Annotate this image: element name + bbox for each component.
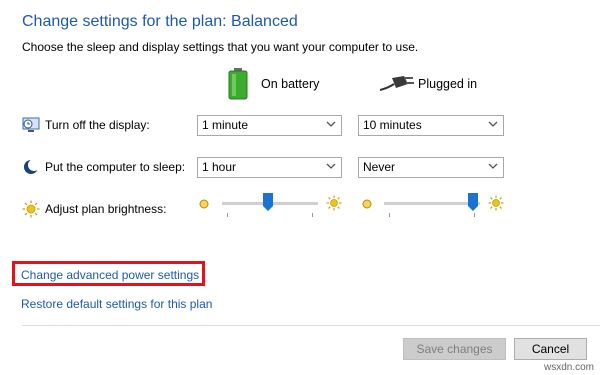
sleep-label: Put the computer to sleep:: [45, 160, 186, 174]
brightness-icon: [22, 200, 40, 218]
display-plugged-select[interactable]: 10 minutes: [358, 115, 504, 136]
slider-track: [384, 202, 480, 205]
dim-sun-icon: [361, 197, 373, 209]
advanced-settings-link[interactable]: Change advanced power settings: [21, 268, 199, 282]
slider-tick: [389, 213, 390, 217]
bright-sun-icon: [488, 195, 504, 211]
chevron-down-icon: [326, 163, 336, 169]
slider-thumb[interactable]: [263, 193, 273, 211]
slider-tick: [227, 213, 228, 217]
divider: [22, 325, 600, 326]
cancel-button[interactable]: Cancel: [514, 338, 587, 360]
bright-sun-icon: [326, 195, 342, 211]
brightness-label: Adjust plan brightness:: [45, 202, 167, 216]
plugged-brightness-slider[interactable]: [384, 193, 480, 221]
page-subtitle: Choose the sleep and display settings th…: [22, 40, 419, 54]
display-battery-select[interactable]: 1 minute: [197, 115, 342, 136]
sleep-battery-value: 1 hour: [202, 160, 237, 174]
watermark: wsxdn.com: [543, 362, 594, 373]
display-battery-value: 1 minute: [202, 118, 249, 132]
chevron-down-icon: [488, 121, 498, 127]
display-plugged-value: 10 minutes: [363, 118, 422, 132]
sleep-plugged-value: Never: [363, 160, 396, 174]
battery-icon: [228, 68, 248, 100]
dim-sun-icon: [198, 197, 210, 209]
plug-icon: [379, 74, 414, 94]
chevron-down-icon: [488, 163, 498, 169]
slider-tick: [474, 213, 475, 217]
battery-brightness-slider[interactable]: [222, 193, 318, 221]
moon-icon: [22, 158, 40, 176]
restore-defaults-link[interactable]: Restore default settings for this plan: [21, 297, 212, 311]
slider-thumb[interactable]: [468, 193, 478, 211]
chevron-down-icon: [326, 121, 336, 127]
sleep-battery-select[interactable]: 1 hour: [197, 157, 342, 178]
display-clock-icon: [22, 116, 40, 134]
save-changes-button[interactable]: Save changes: [403, 338, 506, 360]
turn-off-display-label: Turn off the display:: [45, 118, 150, 132]
sleep-plugged-select[interactable]: Never: [358, 157, 504, 178]
slider-tick: [312, 213, 313, 217]
on-battery-label: On battery: [261, 77, 320, 91]
page-title: Change settings for the plan: Balanced: [22, 13, 298, 30]
plugged-in-label: Plugged in: [418, 77, 478, 91]
